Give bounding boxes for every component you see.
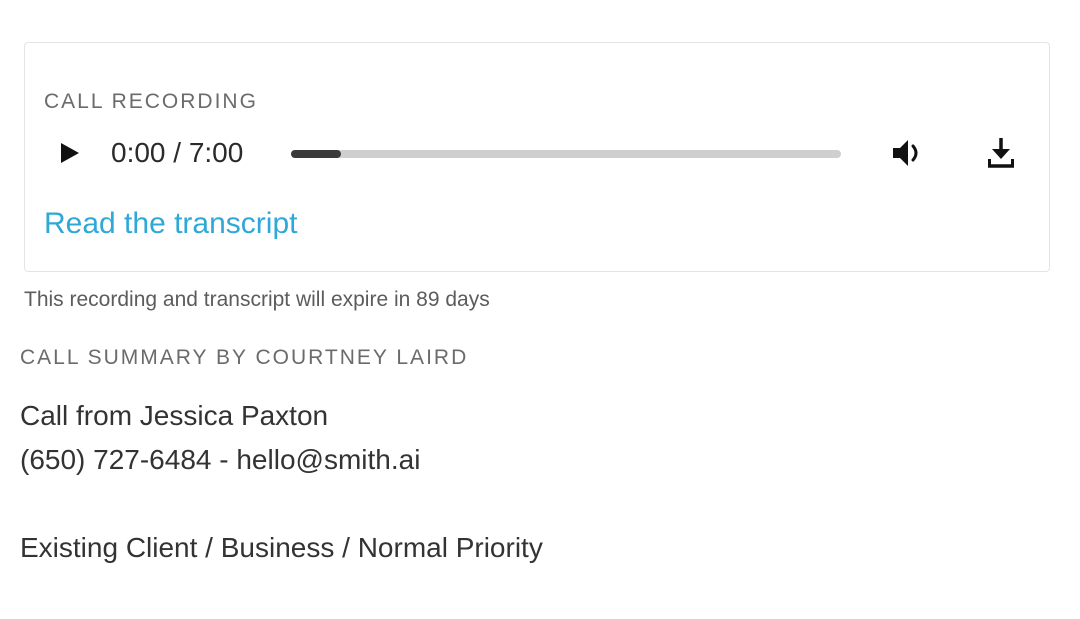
audio-player: 0:00 / 7:00 [25,135,1049,171]
playback-time: 0:00 / 7:00 [111,137,244,168]
progress-bar[interactable] [291,150,841,158]
volume-icon [893,140,918,166]
call-summary-label: CALL SUMMARY BY COURTNEY LAIRD [20,346,469,369]
read-transcript-link[interactable]: Read the transcript [44,207,297,241]
call-recording-card: CALL RECORDING 0:00 / 7:00 Read the tran… [24,42,1050,272]
download-icon [988,138,1014,168]
summary-spacer [20,482,543,526]
expiration-note: This recording and transcript will expir… [24,288,490,311]
caller-line: Call from Jessica Paxton [20,400,329,431]
download-button[interactable] [981,135,1021,171]
volume-button[interactable] [889,135,929,171]
category-line: Existing Client / Business / Normal Prio… [20,532,543,563]
call-recording-label: CALL RECORDING [44,90,258,113]
play-button[interactable] [55,139,83,167]
page: CALL RECORDING 0:00 / 7:00 Read the tran… [0,0,1080,619]
call-summary-body: Call from Jessica Paxton (650) 727-6484 … [20,394,543,570]
play-icon [61,143,79,163]
contact-line: (650) 727-6484 - hello@smith.ai [20,444,421,475]
progress-fill [291,150,341,158]
